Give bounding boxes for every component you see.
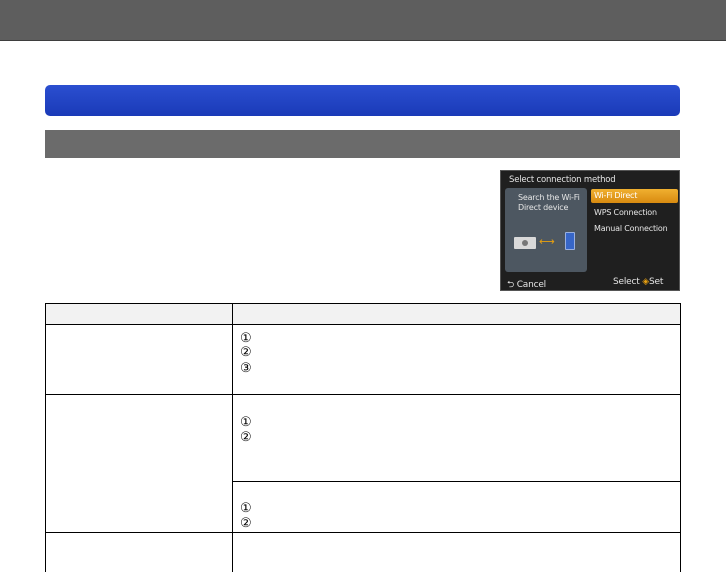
table-row-2-content-a: ① ② <box>232 394 681 482</box>
connection-table: ① ② ③ ① ② ① ② <box>45 303 681 572</box>
option-wifi-direct[interactable]: Wi-Fi Direct <box>591 189 678 203</box>
cancel-control[interactable]: ⮌ Cancel <box>507 277 546 290</box>
table-row-1-label <box>45 324 233 395</box>
select-set-control: Select ◈Set <box>613 277 663 287</box>
camera-device-icon <box>514 237 536 249</box>
camera-screen-description: Search the Wi-Fi Direct device <box>518 193 580 212</box>
option-wps-connection[interactable]: WPS Connection <box>591 206 678 220</box>
back-arrow-icon: ⮌ <box>507 280 515 290</box>
connect-arrow-icon: ⟷ <box>539 235 555 248</box>
smartphone-icon <box>565 232 575 250</box>
step-2: ② <box>240 344 252 359</box>
step-2: ② <box>240 515 252 530</box>
table-row-2-label <box>45 394 233 533</box>
table-row-1-content: ① ② ③ <box>232 324 681 395</box>
step-3: ③ <box>240 360 252 375</box>
section-title-bar <box>45 85 680 116</box>
header-bar <box>0 0 726 41</box>
table-row-3-label <box>45 532 233 572</box>
camera-screen-panel: Search the Wi-Fi Direct device ⟷ <box>505 188 587 272</box>
camera-screen-title: Select connection method <box>509 175 616 185</box>
step-1: ① <box>240 330 252 345</box>
step-1: ① <box>240 500 252 515</box>
set-label: Set <box>648 277 664 287</box>
camera-screen: Select connection method Search the Wi-F… <box>500 170 680 291</box>
subsection-title-bar <box>45 130 680 158</box>
table-row-2-content-b: ① ② <box>232 481 681 533</box>
table-header-description <box>232 303 681 325</box>
select-label: Select <box>613 277 640 287</box>
cancel-label: Cancel <box>516 280 546 290</box>
step-2: ② <box>240 429 252 444</box>
table-header-item <box>45 303 233 325</box>
step-1: ① <box>240 414 252 429</box>
control-dial-icon: ◈ <box>642 277 649 287</box>
option-manual-connection[interactable]: Manual Connection <box>591 222 678 236</box>
table-row-3-content <box>232 532 681 572</box>
